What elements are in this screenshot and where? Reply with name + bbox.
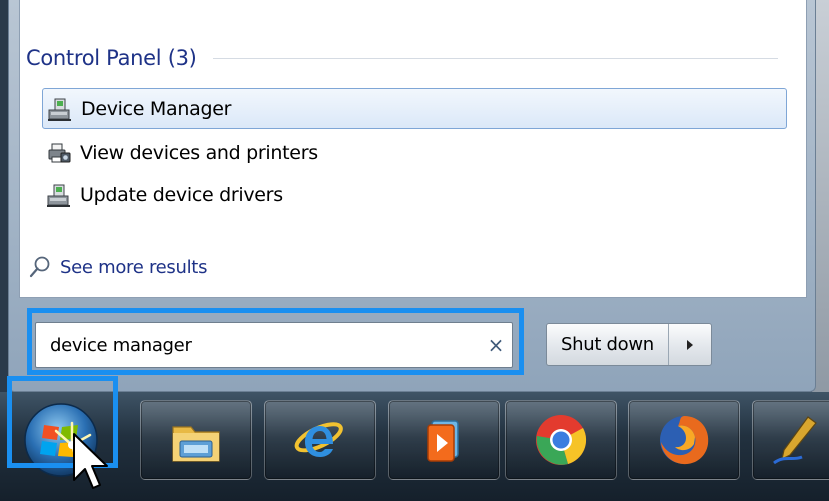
windows-explorer-icon: [172, 426, 220, 462]
mouse-cursor-icon: [73, 433, 108, 489]
device-manager-icon: [47, 184, 70, 207]
taskbar-button-chrome[interactable]: [505, 400, 617, 480]
windows-media-player-icon: [427, 420, 459, 462]
search-highlight-box: [27, 308, 524, 375]
device-manager-icon: [48, 98, 71, 121]
result-item-label: Update device drivers: [80, 183, 283, 206]
taskbar-button-explorer[interactable]: [140, 400, 252, 480]
result-item-label: View devices and printers: [80, 141, 318, 164]
section-title: Control Panel (3): [26, 46, 197, 70]
result-item-view-devices-and-printers[interactable]: View devices and printers: [42, 132, 787, 173]
result-item-device-manager[interactable]: Device Manager: [42, 88, 787, 129]
pen-app-icon: [773, 416, 817, 465]
see-more-results-link[interactable]: See more results: [28, 252, 207, 282]
printer-icon: [48, 143, 71, 162]
result-item-label: Device Manager: [81, 97, 232, 120]
taskbar-button-internet-explorer[interactable]: [264, 400, 376, 480]
taskbar-button-media-player[interactable]: [388, 400, 500, 480]
section-divider: [212, 57, 778, 59]
shutdown-options-button[interactable]: [669, 324, 711, 365]
firefox-icon: [660, 416, 709, 465]
search-icon: [29, 256, 50, 278]
internet-explorer-icon: [294, 422, 343, 457]
taskbar-button-pen-app[interactable]: [752, 400, 829, 480]
shutdown-button-group: Shut down: [546, 323, 712, 366]
result-item-update-device-drivers[interactable]: Update device drivers: [42, 174, 787, 215]
taskbar-button-firefox[interactable]: [628, 400, 740, 480]
chrome-icon: [536, 415, 587, 465]
section-header-control-panel: Control Panel (3): [26, 43, 778, 73]
shut-down-button[interactable]: Shut down: [547, 324, 669, 365]
arrow-right-icon: [686, 339, 693, 350]
see-more-label: See more results: [60, 256, 208, 278]
